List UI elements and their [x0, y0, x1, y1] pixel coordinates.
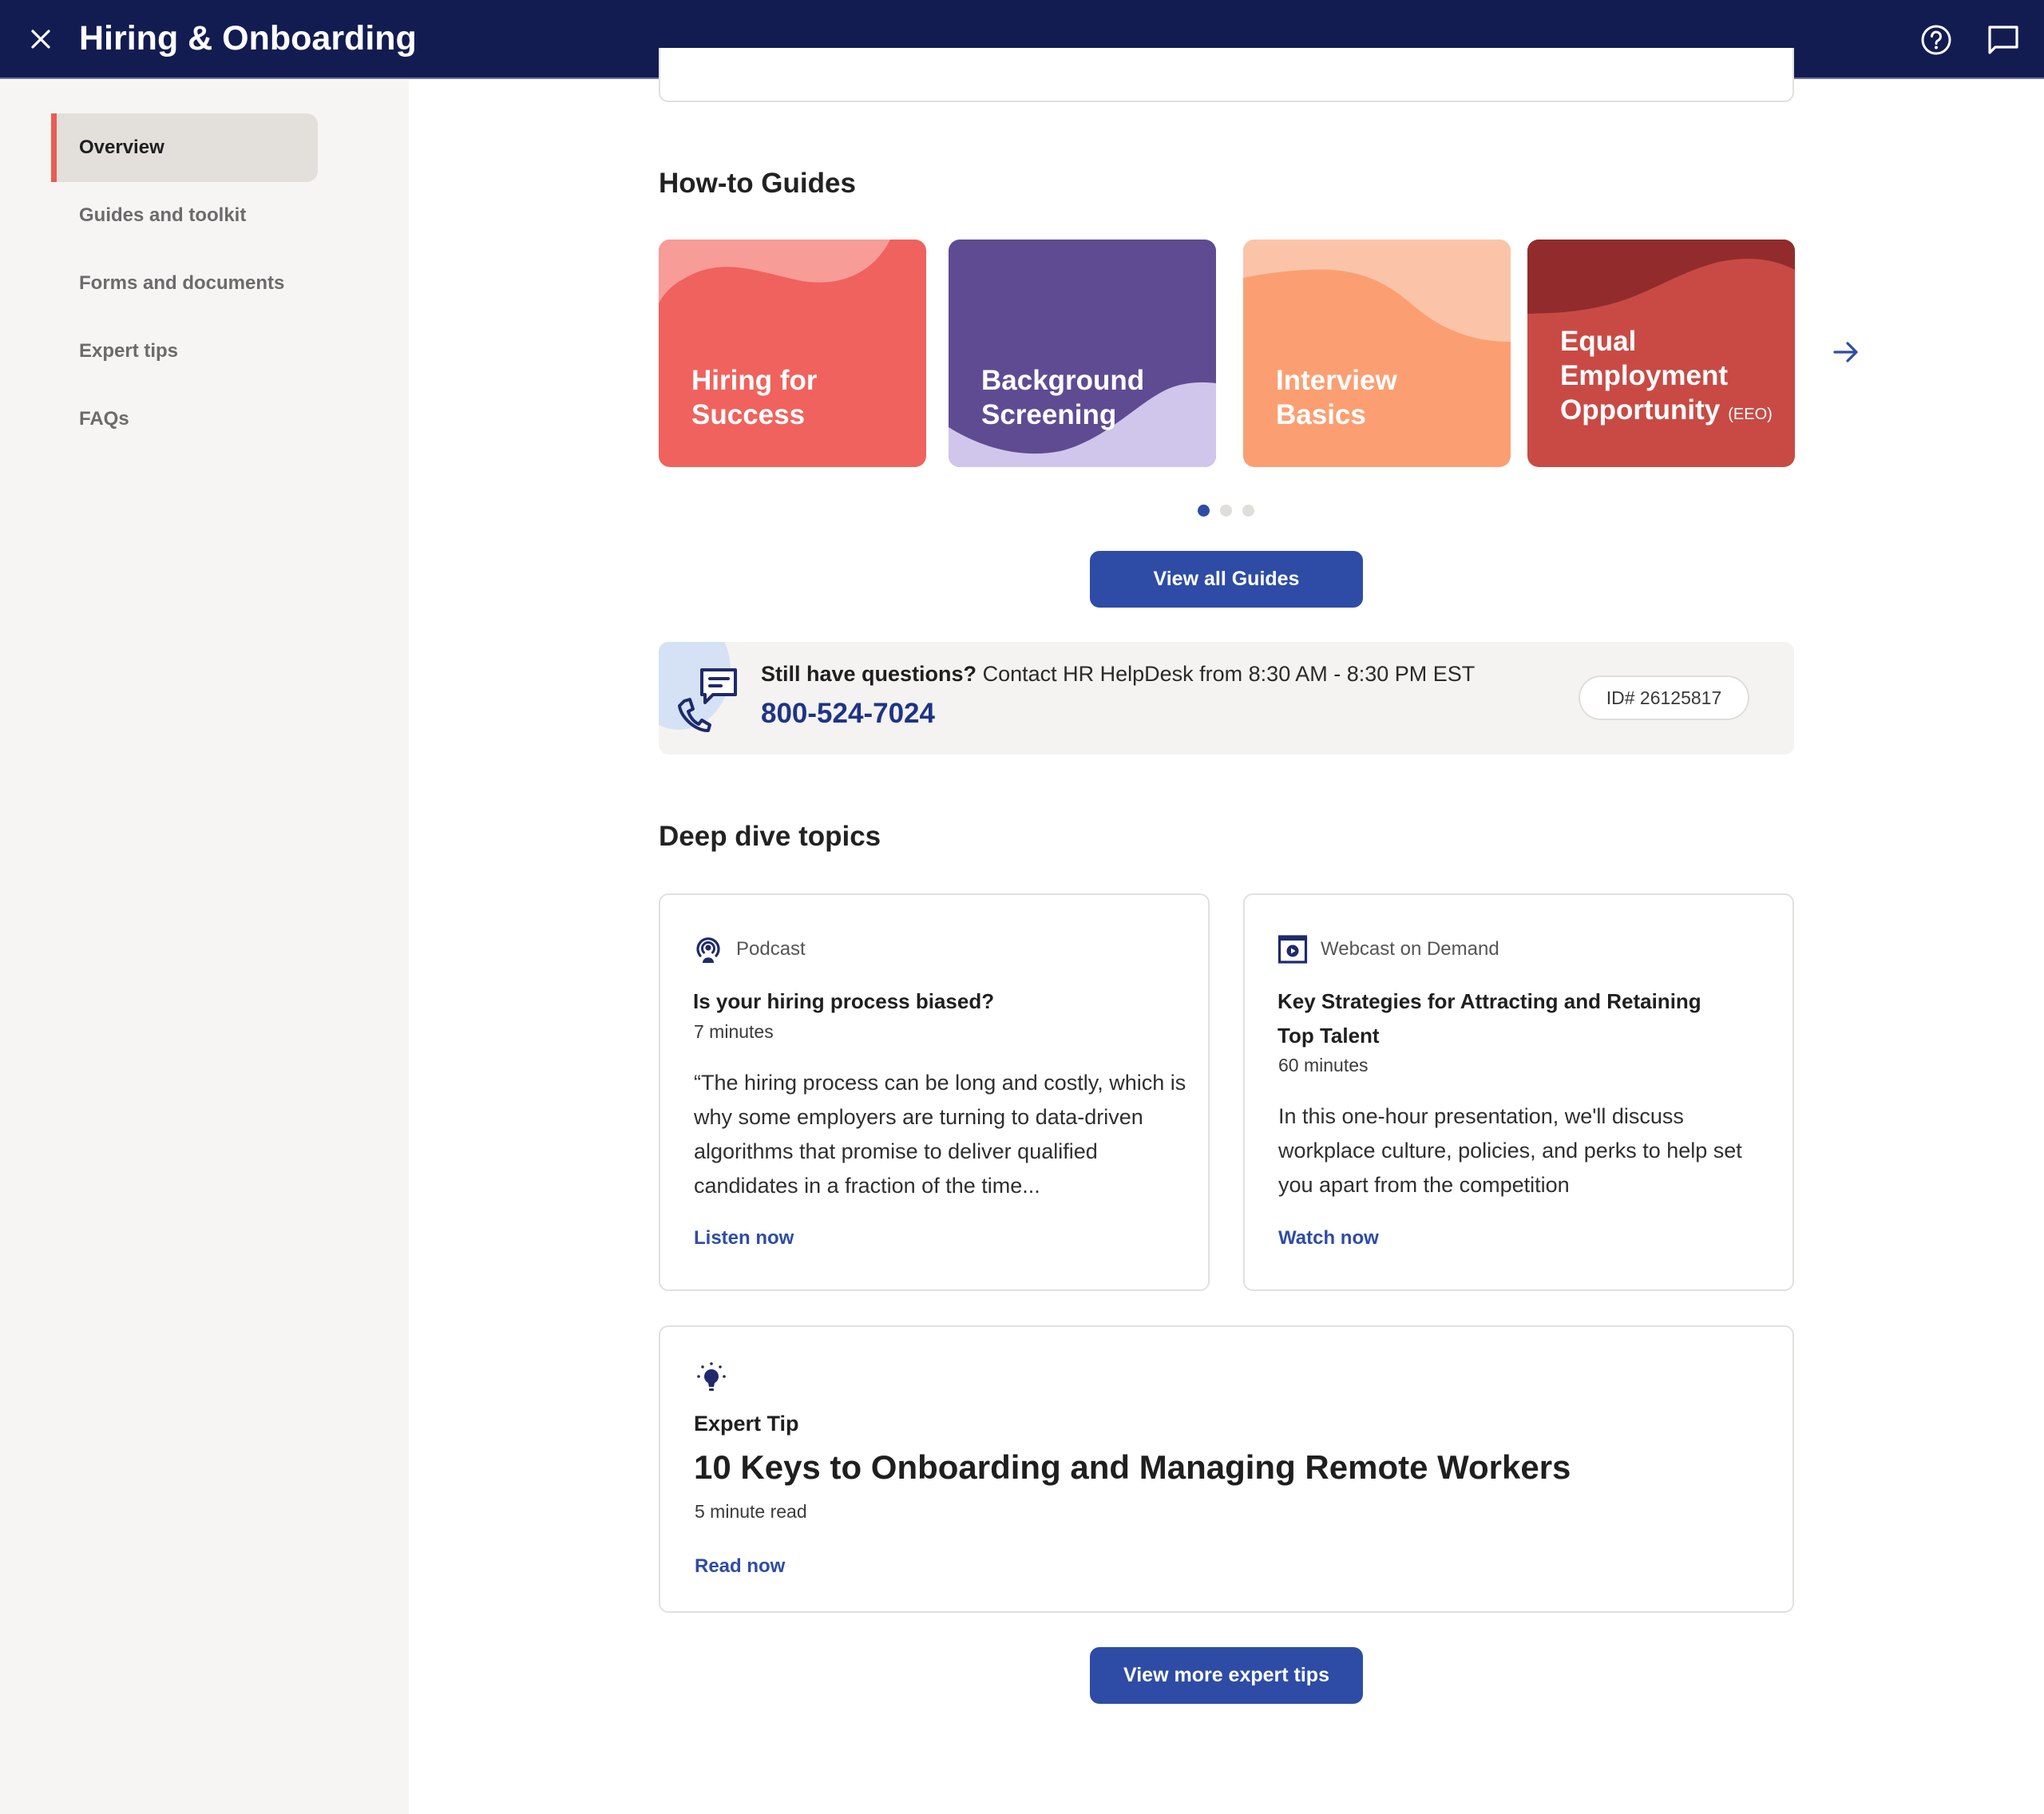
content-type-label: Podcast — [736, 938, 806, 960]
expert-tip-card: Expert Tip 10 Keys to Onboarding and Man… — [659, 1325, 1794, 1613]
sidebar-nav: Overview Guides and toolkit Forms and do… — [0, 80, 409, 1814]
guide-card-title: Background Screening — [981, 363, 1144, 432]
expert-tip-label: Expert Tip — [694, 1412, 799, 1436]
close-icon[interactable] — [24, 22, 57, 56]
helpdesk-lead: Still have questions? — [761, 662, 977, 686]
guide-card-title: Interview Basics — [1276, 363, 1397, 432]
helpdesk-id-badge: ID# 26125817 — [1579, 675, 1749, 720]
read-now-link[interactable]: Read now — [695, 1555, 785, 1578]
guide-card-equal-employment-opportunity[interactable]: Equal Employment Opportunity (EEO) — [1527, 240, 1795, 467]
view-more-expert-tips-button[interactable]: View more expert tips — [1090, 1647, 1363, 1704]
guide-title-line: Screening — [981, 399, 1117, 430]
expert-tip-title: 10 Keys to Onboarding and Managing Remot… — [694, 1448, 1571, 1486]
guide-card-background-screening[interactable]: Background Screening — [949, 240, 1216, 467]
phone-chat-icon — [678, 668, 737, 732]
helpdesk-hours: Contact HR HelpDesk from 8:30 AM - 8:30 … — [976, 662, 1476, 686]
guide-title-line: Basics — [1276, 399, 1366, 430]
webcast-play-icon — [1278, 935, 1308, 964]
guide-title-line: Opportunity — [1560, 394, 1721, 426]
deep-dive-card-podcast: Podcast Is your hiring process biased? 7… — [659, 893, 1210, 1291]
podcast-icon — [696, 937, 720, 963]
guide-card-hiring-for-success[interactable]: Hiring for Success — [659, 240, 926, 467]
guide-title-abbreviation: (EEO) — [1728, 406, 1773, 423]
content-type-row: Podcast — [693, 933, 806, 965]
guide-card-title: Equal Employment Opportunity (EEO) — [1560, 324, 1773, 432]
watch-now-link[interactable]: Watch now — [1278, 1227, 1379, 1250]
carousel-dot-2[interactable] — [1220, 505, 1232, 517]
content-description: “The hiring process can be long and cost… — [694, 1071, 1186, 1198]
content-duration: 60 minutes — [1278, 1055, 1369, 1075]
arrow-right-icon[interactable] — [1831, 337, 1861, 367]
content-title: Is your hiring process biased? — [693, 989, 995, 1013]
previous-section-card — [659, 48, 1794, 102]
help-circle-icon[interactable] — [1919, 23, 1953, 57]
guide-card-interview-basics[interactable]: Interview Basics — [1243, 240, 1511, 467]
guide-title-line: Employment — [1560, 360, 1729, 391]
guide-title-line: Success — [691, 399, 806, 430]
view-all-guides-button[interactable]: View all Guides — [1090, 551, 1363, 608]
guide-card-title: Hiring for Success — [691, 363, 817, 432]
sidebar-item-overview[interactable]: Overview — [51, 113, 318, 182]
guide-card-wave — [1243, 240, 1511, 342]
carousel-dot-3[interactable] — [1242, 505, 1254, 517]
guide-title-line: Hiring for — [691, 365, 818, 396]
sidebar-item-guides-and-toolkit[interactable]: Guides and toolkit — [51, 181, 318, 250]
sidebar-item-forms-and-documents[interactable]: Forms and documents — [51, 249, 318, 318]
how-to-guides-heading: How-to Guides — [659, 168, 856, 199]
guide-title-line: Equal — [1560, 326, 1637, 357]
content-type-row: Webcast on Demand — [1278, 933, 1499, 965]
content-type-label: Webcast on Demand — [1321, 938, 1499, 960]
guide-card-wave — [659, 240, 890, 303]
chat-bubble-icon[interactable] — [1987, 23, 2020, 57]
guide-card-wave — [949, 382, 1216, 467]
content-duration: 7 minutes — [694, 1021, 774, 1042]
guide-title-line: Background — [981, 365, 1145, 396]
sidebar-item-faqs[interactable]: FAQs — [51, 385, 318, 454]
content-description: In this one-hour presentation, we'll dis… — [1278, 1104, 1742, 1197]
lightbulb-icon — [697, 1362, 726, 1391]
helpdesk-text: Still have questions? Contact HR HelpDes… — [761, 662, 1475, 687]
listen-now-link[interactable]: Listen now — [694, 1227, 794, 1250]
deep-dive-heading: Deep dive topics — [659, 821, 881, 852]
helpdesk-phone-link[interactable]: 800-524-7024 — [761, 698, 935, 730]
carousel-dot-1[interactable] — [1198, 505, 1210, 517]
deep-dive-card-webcast: Webcast on Demand Key Strategies for Att… — [1243, 893, 1794, 1291]
sidebar-item-expert-tips[interactable]: Expert tips — [51, 317, 318, 386]
carousel-pagination — [1198, 505, 1254, 517]
content-title: Key Strategies for Attracting and Retain… — [1278, 989, 1701, 1048]
guide-title-line: Interview — [1276, 365, 1397, 396]
helpdesk-banner: Still have questions? Contact HR HelpDes… — [659, 642, 1794, 755]
expert-tip-duration: 5 minute read — [695, 1501, 807, 1522]
page-title: Hiring & Onboarding — [79, 19, 417, 57]
